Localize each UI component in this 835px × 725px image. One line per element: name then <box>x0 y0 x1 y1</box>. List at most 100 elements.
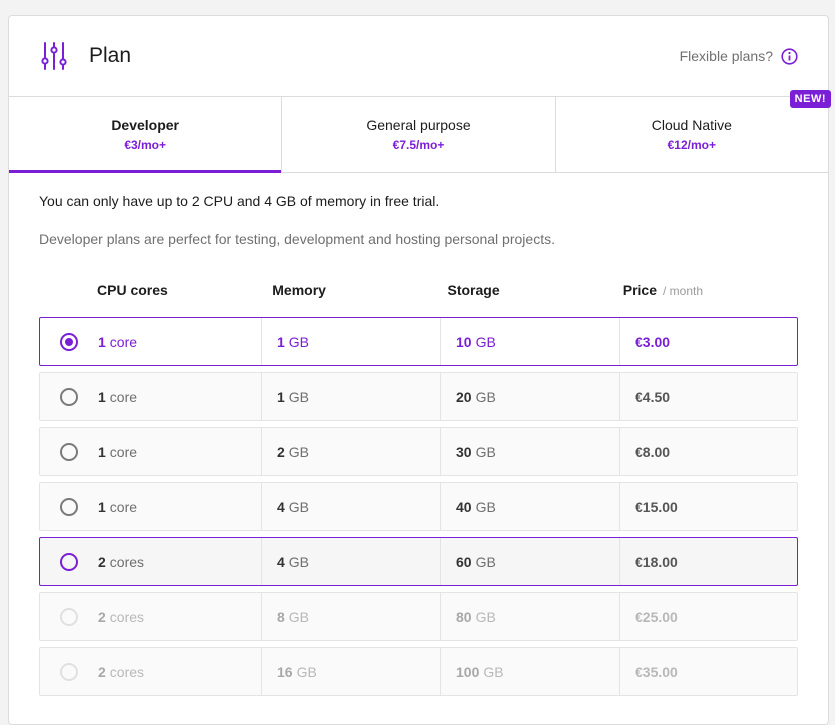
storage-unit: GB <box>475 608 496 625</box>
page-title: Plan <box>89 44 132 67</box>
sliders-icon <box>41 41 67 71</box>
radio-button[interactable] <box>60 607 78 626</box>
cpu-cell: 1 core <box>40 428 262 475</box>
storage-amount: 100 <box>456 663 480 680</box>
flexible-plans-link[interactable]: Flexible plans? <box>679 47 798 65</box>
cpu-unit: cores <box>109 663 145 680</box>
storage-unit: GB <box>475 498 496 515</box>
flexible-plans-label: Flexible plans? <box>679 48 773 64</box>
storage-cell: 60 GB <box>441 538 620 585</box>
storage-unit: GB <box>475 443 496 460</box>
radio-button[interactable] <box>60 332 78 351</box>
storage-amount: 20 <box>456 388 472 405</box>
price-cell: €15.00 <box>635 498 678 515</box>
memory-amount: 2 <box>277 443 285 460</box>
storage-cell: 80 GB <box>441 593 620 640</box>
free-trial-notice: You can only have up to 2 CPU and 4 GB o… <box>39 193 440 209</box>
tab-price: €7.5/mo+ <box>392 138 445 152</box>
plan-row[interactable]: 2 cores 8 GB 80 GB €25.00 <box>39 592 798 641</box>
memory-amount: 4 <box>277 553 285 570</box>
cpu-count: 2 <box>98 553 106 570</box>
col-memory: Memory <box>272 282 326 298</box>
cpu-unit: cores <box>109 608 145 625</box>
storage-cell: 30 GB <box>441 428 620 475</box>
cpu-unit: core <box>109 333 138 350</box>
price-cell: €18.00 <box>635 553 678 570</box>
plan-tabs: Developer €3/mo+ General purpose €7.5/mo… <box>9 97 828 173</box>
col-price-period: / month <box>663 284 704 298</box>
cpu-cell: 2 cores <box>40 648 262 695</box>
storage-amount: 60 <box>456 553 472 570</box>
radio-button[interactable] <box>60 497 78 516</box>
memory-unit: GB <box>288 333 310 350</box>
price-cell: €4.50 <box>635 388 671 405</box>
cpu-unit: core <box>109 388 138 405</box>
radio-button[interactable] <box>60 552 78 571</box>
storage-unit: GB <box>475 553 496 570</box>
tab-developer[interactable]: Developer €3/mo+ <box>9 97 283 173</box>
cpu-cell: 1 core <box>40 483 262 530</box>
plan-header: Plan Flexible plans? <box>9 16 828 97</box>
memory-cell: 2 GB <box>262 428 441 475</box>
price-cell: €3.00 <box>635 333 671 350</box>
memory-unit: GB <box>288 553 310 570</box>
cpu-unit: core <box>109 498 138 515</box>
price-cell: €35.00 <box>635 663 678 680</box>
memory-amount: 1 <box>277 388 285 405</box>
cpu-cell: 1 core <box>40 373 262 420</box>
cpu-cell: 2 cores <box>40 593 262 640</box>
radio-button[interactable] <box>60 387 78 406</box>
col-storage: Storage <box>447 282 500 298</box>
cpu-unit: cores <box>109 553 145 570</box>
memory-cell: 4 GB <box>262 483 441 530</box>
storage-unit: GB <box>483 663 504 680</box>
col-cpu: CPU cores <box>97 282 168 298</box>
radio-button[interactable] <box>60 442 78 461</box>
memory-unit: GB <box>288 388 310 405</box>
memory-cell: 8 GB <box>262 593 441 640</box>
storage-unit: GB <box>475 333 496 350</box>
memory-unit: GB <box>296 663 317 680</box>
tab-name: Developer <box>111 117 180 133</box>
storage-cell: 20 GB <box>441 373 620 420</box>
cpu-count: 2 <box>98 608 106 625</box>
memory-amount: 16 <box>277 663 293 680</box>
price-cell: €8.00 <box>635 443 671 460</box>
cpu-unit: core <box>109 443 138 460</box>
col-price-label: Price <box>622 282 657 298</box>
tab-cloud-native[interactable]: Cloud Native €12/mo+ <box>556 97 828 172</box>
cpu-cell: 1 core <box>40 318 262 365</box>
tab-name: General purpose <box>366 117 471 133</box>
storage-amount: 40 <box>456 498 472 515</box>
plan-description: Developer plans are perfect for testing,… <box>39 231 555 247</box>
info-icon[interactable] <box>781 47 798 65</box>
price-cell: €25.00 <box>635 608 678 625</box>
plan-row[interactable]: 2 cores 4 GB 60 GB €18.00 <box>39 537 798 586</box>
plan-card: Plan Flexible plans? Developer €3/mo+ Ge… <box>8 15 829 725</box>
plan-row[interactable]: 1 core 1 GB 10 GB €3.00 <box>39 317 798 366</box>
storage-cell: 10 GB <box>441 318 620 365</box>
cpu-count: 2 <box>98 663 106 680</box>
plan-row[interactable]: 1 core 4 GB 40 GB €15.00 <box>39 482 798 531</box>
memory-cell: 4 GB <box>262 538 441 585</box>
tab-general-purpose[interactable]: General purpose €7.5/mo+ <box>282 97 556 172</box>
storage-cell: 100 GB <box>441 648 620 695</box>
memory-cell: 1 GB <box>262 373 441 420</box>
plan-row[interactable]: 1 core 1 GB 20 GB €4.50 <box>39 372 798 421</box>
memory-unit: GB <box>288 498 310 515</box>
tab-price: €3/mo+ <box>124 138 167 152</box>
plan-body: You can only have up to 2 CPU and 4 GB o… <box>9 173 828 696</box>
plan-options: 1 core 1 GB 10 GB €3.00 1 core 1 GB 20 GB €4.5… <box>39 317 798 696</box>
storage-amount: 10 <box>456 333 472 350</box>
memory-unit: GB <box>288 443 310 460</box>
memory-amount: 8 <box>277 608 285 625</box>
memory-amount: 1 <box>277 333 285 350</box>
memory-cell: 1 GB <box>262 318 441 365</box>
storage-cell: 40 GB <box>441 483 620 530</box>
cpu-count: 1 <box>98 333 106 350</box>
plan-row[interactable]: 2 cores 16 GB 100 GB €35.00 <box>39 647 798 696</box>
plan-row[interactable]: 1 core 2 GB 30 GB €8.00 <box>39 427 798 476</box>
radio-button[interactable] <box>60 662 78 681</box>
cpu-count: 1 <box>98 388 106 405</box>
tab-name: Cloud Native <box>651 117 732 133</box>
